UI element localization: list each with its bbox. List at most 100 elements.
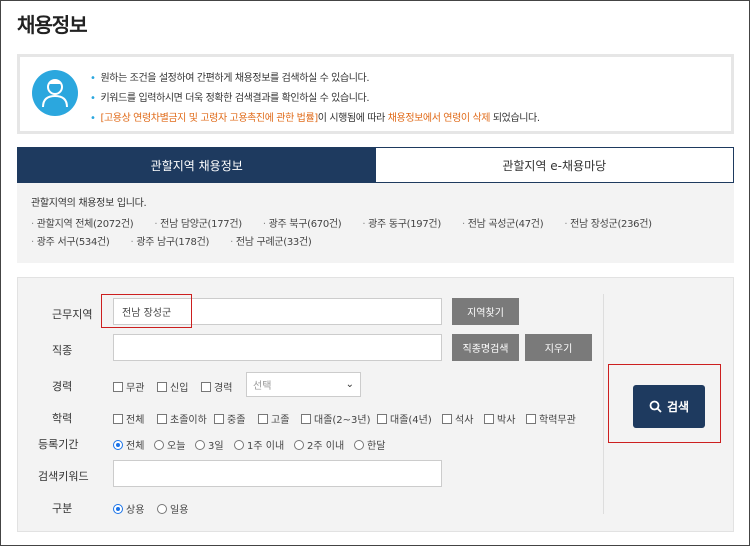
tab-bar: 관할지역 채용정보 관할지역 e-채용마당 bbox=[17, 147, 734, 183]
select-value: 선택 bbox=[253, 381, 272, 392]
edu-univ-checkbox[interactable]: 대졸(4년) bbox=[377, 411, 432, 426]
job-label: 직종 bbox=[52, 344, 73, 357]
option-label: 석사 bbox=[455, 415, 474, 426]
job-search-button[interactable]: 직종명검색 bbox=[452, 334, 519, 361]
region-box: 관할지역의 채용정보 입니다. 관할지역 전체(2072건) 전남 담양군(177… bbox=[17, 183, 734, 263]
notice-text: 이 시행됨에 따라 bbox=[317, 113, 388, 124]
option-label: 전체 bbox=[126, 441, 145, 452]
type-label: 구분 bbox=[52, 502, 73, 515]
option-label: 대졸(4년) bbox=[390, 415, 432, 426]
region-link[interactable]: 광주 북구(670건) bbox=[263, 216, 342, 234]
checkbox-icon bbox=[157, 381, 167, 392]
law-name: [고용상 연령차별금지 및 고령자 고용촉진에 관한 법률] bbox=[100, 113, 319, 124]
option-label: 1주 이내 bbox=[247, 441, 285, 452]
notice-line: 원하는 조건을 설정하여 간편하게 채용정보를 검색하실 수 있습니다. bbox=[90, 69, 540, 89]
checkbox-icon bbox=[258, 413, 268, 424]
region-list: 관할지역 전체(2072건) 전남 담양군(177건) 광주 북구(670건) 광주 … bbox=[31, 216, 720, 252]
checkbox-icon bbox=[377, 413, 387, 424]
edu-any-checkbox[interactable]: 학력무관 bbox=[526, 411, 576, 426]
option-label: 박사 bbox=[497, 415, 516, 426]
checkbox-icon bbox=[301, 413, 311, 424]
option-label: 2주 이내 bbox=[307, 441, 345, 452]
option-label: 3일 bbox=[208, 441, 224, 452]
checkbox-icon bbox=[526, 413, 536, 424]
type-daily-radio[interactable]: 일용 bbox=[157, 501, 188, 516]
radio-icon bbox=[113, 439, 123, 450]
radio-icon bbox=[113, 503, 123, 514]
region-intro: 관할지역의 채용정보 입니다. bbox=[31, 198, 147, 209]
option-label: 대졸(2~3년) bbox=[314, 415, 371, 426]
period-2weeks-radio[interactable]: 2주 이내 bbox=[294, 437, 344, 452]
period-3days-radio[interactable]: 3일 bbox=[195, 437, 224, 452]
notice-line: 키워드를 입력하시면 더욱 정확한 검색결과를 확인하실 수 있습니다. bbox=[90, 89, 540, 109]
radio-icon bbox=[234, 439, 244, 450]
chevron-down-icon: ⌄ bbox=[345, 379, 354, 390]
region-link[interactable]: 전남 곡성군(47건) bbox=[462, 216, 544, 234]
radio-icon bbox=[157, 503, 167, 514]
option-label: 중졸 bbox=[227, 415, 246, 426]
option-label: 전체 bbox=[126, 415, 145, 426]
notice-highlight: 채용정보에서 연령이 삭제 bbox=[387, 113, 491, 124]
career-exp-checkbox[interactable]: 경력 bbox=[201, 379, 232, 394]
period-today-radio[interactable]: 오늘 bbox=[154, 437, 185, 452]
notice-line: [고용상 연령차별금지 및 고령자 고용촉진에 관한 법률]이 시행됨에 따라 … bbox=[90, 109, 541, 129]
edu-all-checkbox[interactable]: 전체 bbox=[113, 411, 144, 426]
checkbox-icon bbox=[113, 413, 123, 424]
keyword-label: 검색키워드 bbox=[38, 470, 89, 483]
region-link[interactable]: 전남 구례군(33건) bbox=[230, 234, 312, 252]
region-link[interactable]: 전남 장성군(236건) bbox=[564, 216, 652, 234]
notice-text: 되었습니다. bbox=[490, 113, 540, 124]
radio-icon bbox=[294, 439, 304, 450]
tab-region-e-jobs[interactable]: 관할지역 e-채용마당 bbox=[375, 148, 733, 182]
edu-elem-checkbox[interactable]: 초졸이하 bbox=[157, 411, 207, 426]
search-button[interactable]: 검색 bbox=[633, 385, 705, 428]
region-link[interactable]: 전남 담양군(177건) bbox=[154, 216, 242, 234]
find-area-button[interactable]: 지역찾기 bbox=[452, 298, 519, 325]
edu-middle-checkbox[interactable]: 중졸 bbox=[214, 411, 245, 426]
option-label: 신입 bbox=[170, 383, 189, 394]
edu-high-checkbox[interactable]: 고졸 bbox=[258, 411, 289, 426]
page-title: 채용정보 bbox=[17, 13, 88, 37]
period-1week-radio[interactable]: 1주 이내 bbox=[234, 437, 284, 452]
option-label: 상용 bbox=[126, 505, 145, 516]
option-label: 일용 bbox=[170, 505, 189, 516]
edu-college-checkbox[interactable]: 대졸(2~3년) bbox=[301, 411, 371, 426]
keyword-input[interactable] bbox=[113, 460, 442, 487]
edu-label: 학력 bbox=[52, 412, 73, 425]
option-label: 고졸 bbox=[271, 415, 290, 426]
period-month-radio[interactable]: 한달 bbox=[354, 437, 385, 452]
type-regular-radio[interactable]: 상용 bbox=[113, 501, 144, 516]
radio-icon bbox=[195, 439, 205, 450]
option-label: 오늘 bbox=[167, 441, 186, 452]
career-select[interactable]: 선택 ⌄ bbox=[246, 372, 361, 397]
radio-icon bbox=[154, 439, 164, 450]
period-all-radio[interactable]: 전체 bbox=[113, 437, 144, 452]
checkbox-icon bbox=[201, 381, 211, 392]
career-label: 경력 bbox=[52, 380, 73, 393]
career-none-checkbox[interactable]: 무관 bbox=[113, 379, 144, 394]
job-input[interactable] bbox=[113, 334, 442, 361]
career-new-checkbox[interactable]: 신입 bbox=[157, 379, 188, 394]
work-area-label: 근무지역 bbox=[52, 308, 93, 321]
region-link[interactable]: 광주 서구(534건) bbox=[31, 234, 110, 252]
notice-box: 원하는 조건을 설정하여 간편하게 채용정보를 검색하실 수 있습니다. 키워드… bbox=[17, 54, 734, 134]
period-label: 등록기간 bbox=[38, 438, 79, 451]
option-label: 한달 bbox=[367, 441, 386, 452]
search-icon bbox=[649, 400, 662, 413]
user-icon bbox=[32, 70, 78, 116]
highlight-outline bbox=[101, 294, 192, 328]
region-link[interactable]: 관할지역 전체(2072건) bbox=[31, 216, 134, 234]
edu-phd-checkbox[interactable]: 박사 bbox=[484, 411, 515, 426]
clear-button[interactable]: 지우기 bbox=[525, 334, 592, 361]
checkbox-icon bbox=[113, 381, 123, 392]
region-link[interactable]: 광주 동구(197건) bbox=[362, 216, 441, 234]
checkbox-icon bbox=[214, 413, 224, 424]
region-link[interactable]: 광주 남구(178건) bbox=[131, 234, 209, 252]
edu-master-checkbox[interactable]: 석사 bbox=[442, 411, 473, 426]
option-label: 학력무관 bbox=[539, 415, 576, 426]
divider bbox=[603, 294, 604, 514]
tab-region-jobs[interactable]: 관할지역 채용정보 bbox=[18, 148, 376, 182]
search-button-label: 검색 bbox=[666, 400, 690, 414]
checkbox-icon bbox=[484, 413, 494, 424]
option-label: 무관 bbox=[126, 383, 145, 394]
